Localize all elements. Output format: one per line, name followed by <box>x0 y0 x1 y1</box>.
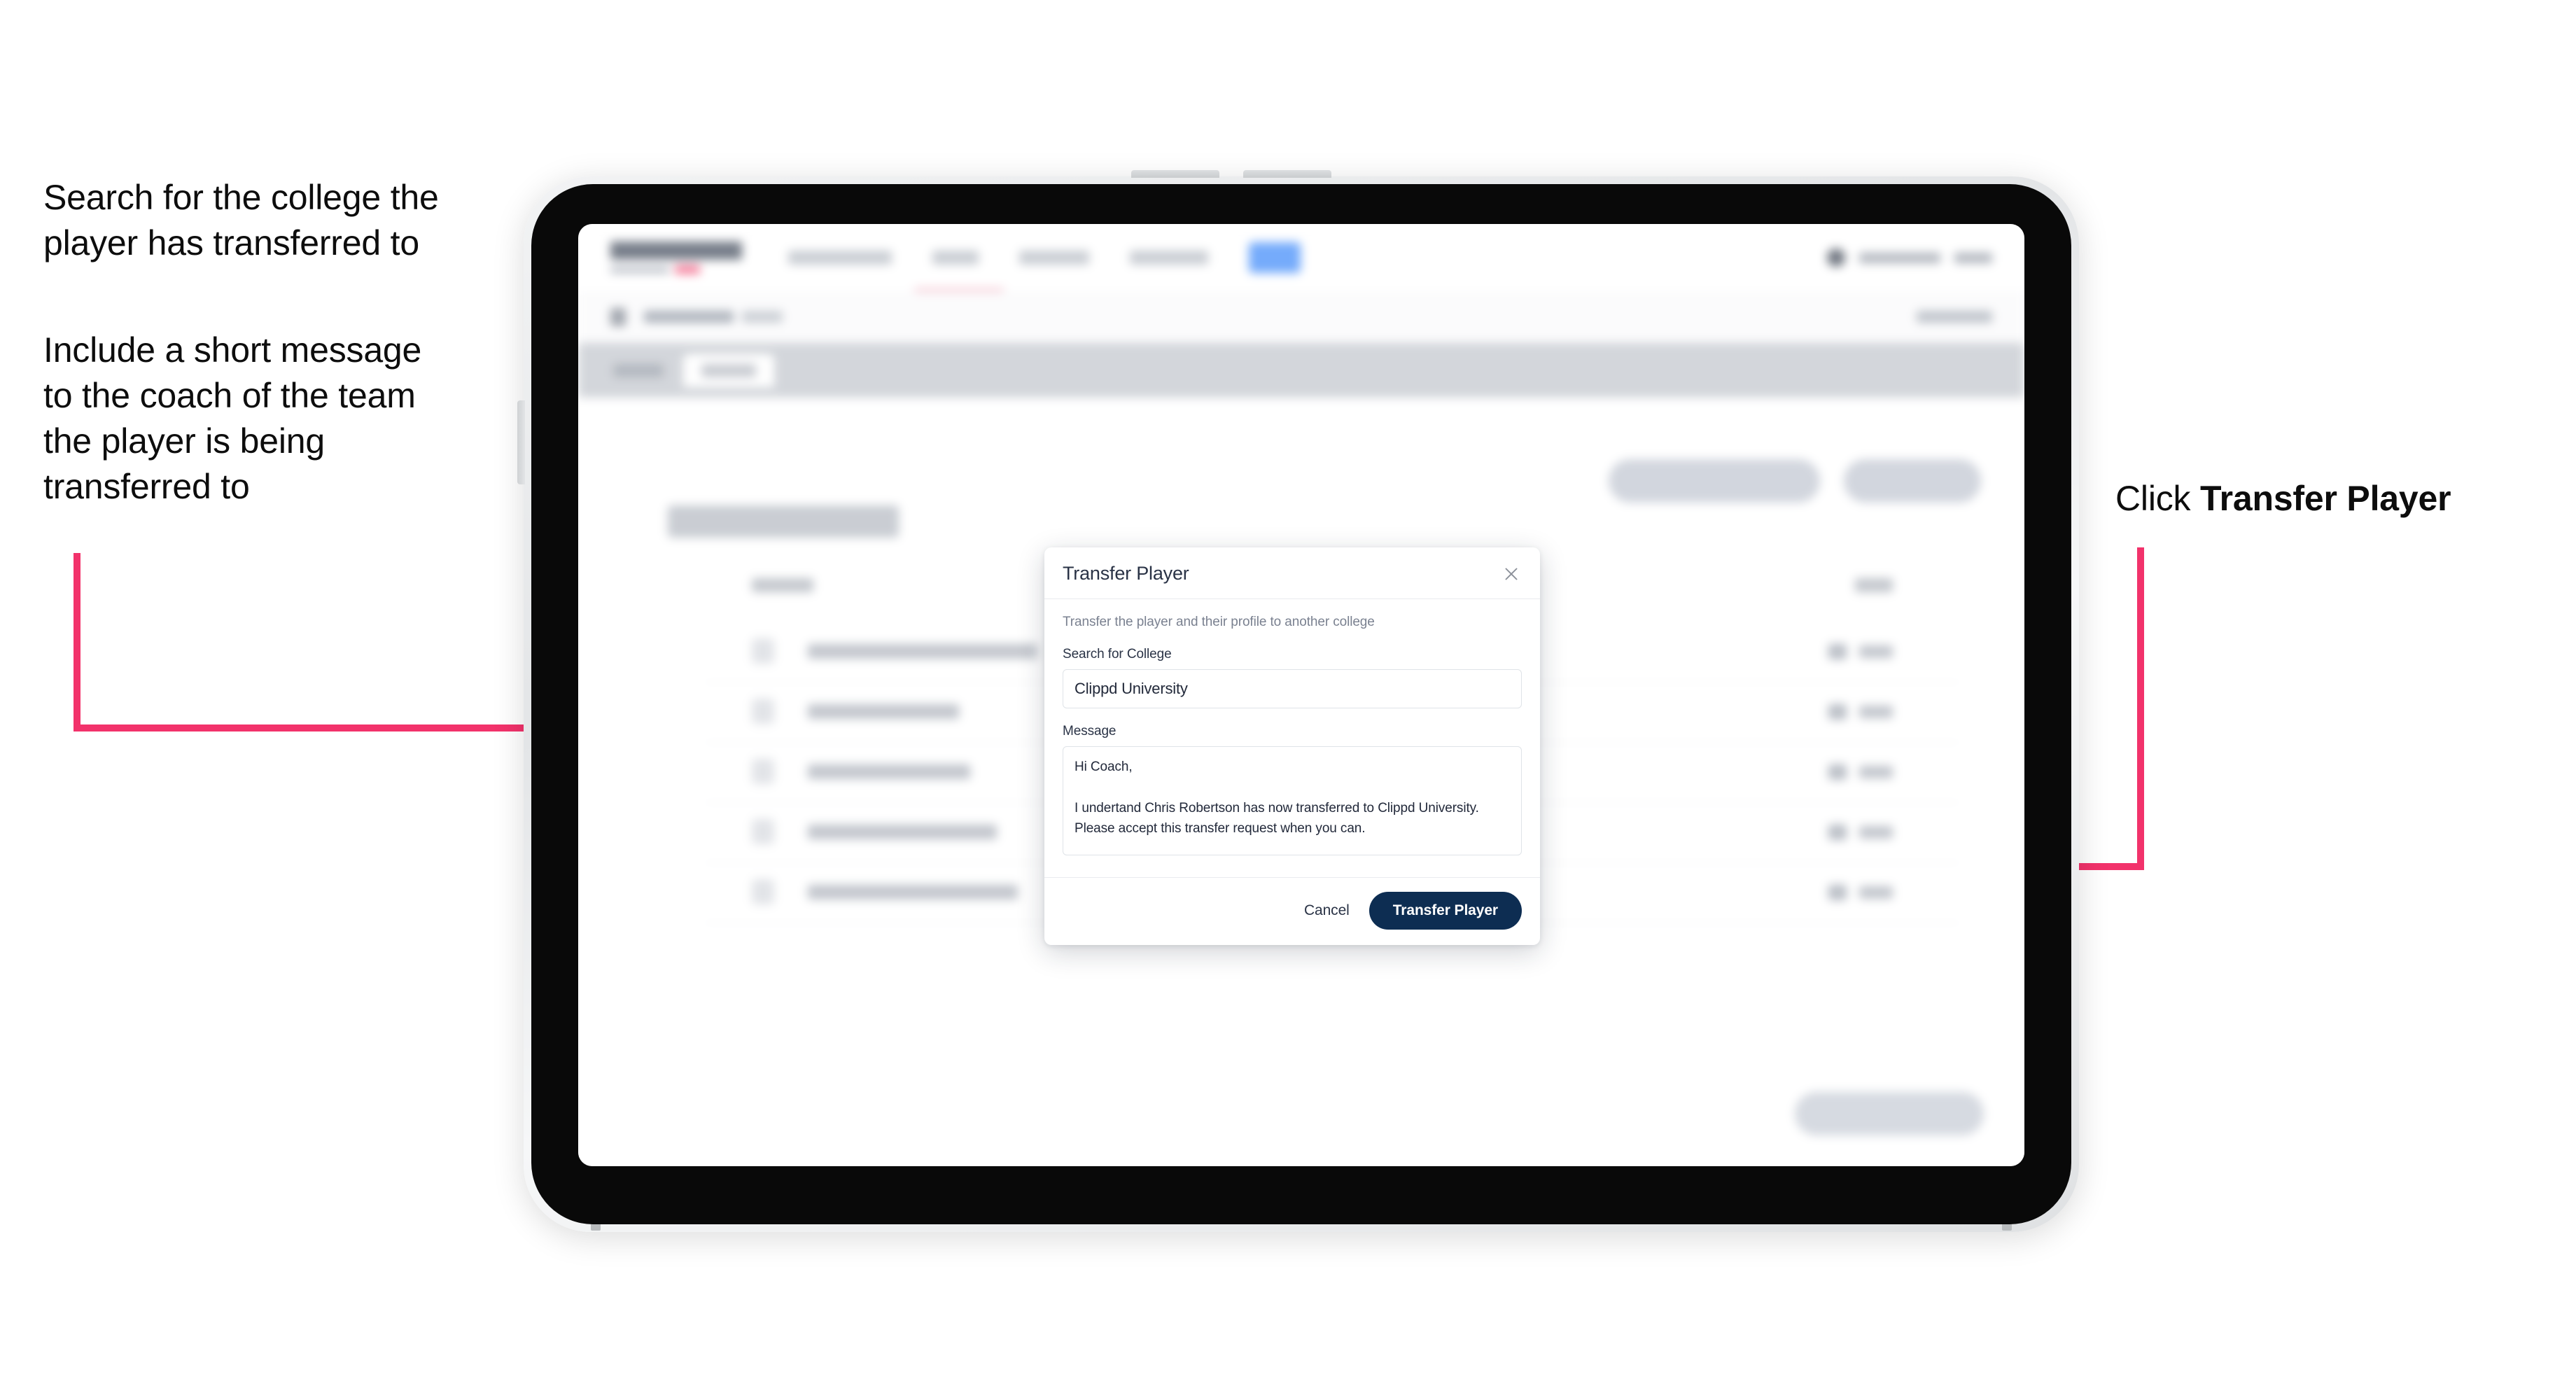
annotation-search-college: Search for the college the player has tr… <box>43 178 439 262</box>
annotation-click-transfer-player: Click Transfer Player <box>2115 476 2549 522</box>
annotation-right-bold: Transfer Player <box>2200 479 2451 518</box>
transfer-player-dialog: Transfer Player Transfer the player and … <box>1044 547 1540 945</box>
dialog-subtitle: Transfer the player and their profile to… <box>1063 615 1375 629</box>
volume-down-button[interactable] <box>1243 170 1331 178</box>
transfer-player-button[interactable]: Transfer Player <box>1368 892 1522 930</box>
college-field-label: Search for College <box>1063 647 1172 662</box>
message-field-group: Message Hi Coach, I undertand Chris Robe… <box>1063 724 1522 859</box>
power-button[interactable] <box>517 400 525 484</box>
search-college-input[interactable] <box>1063 669 1522 708</box>
annotation-include-message: Include a short message to the coach of … <box>43 330 422 506</box>
message-field-label: Message <box>1063 724 1116 738</box>
dialog-header: Transfer Player <box>1044 547 1540 599</box>
tablet-device: Transfer Player Transfer the player and … <box>517 170 2079 1232</box>
close-icon[interactable] <box>1501 564 1522 584</box>
tablet-screen: Transfer Player Transfer the player and … <box>578 224 2024 1166</box>
dialog-title: Transfer Player <box>1063 563 1189 584</box>
message-textarea[interactable]: Hi Coach, I undertand Chris Robertson ha… <box>1063 746 1522 855</box>
dialog-body: Transfer the player and their profile to… <box>1044 599 1540 877</box>
college-field-group: Search for College <box>1063 647 1522 708</box>
volume-up-button[interactable] <box>1131 170 1219 178</box>
modal-overlay: Transfer Player Transfer the player and … <box>578 224 2024 1166</box>
annotation-right-prefix: Click <box>2115 479 2201 518</box>
cancel-button[interactable]: Cancel <box>1303 898 1351 923</box>
dialog-footer: Cancel Transfer Player <box>1044 877 1540 945</box>
